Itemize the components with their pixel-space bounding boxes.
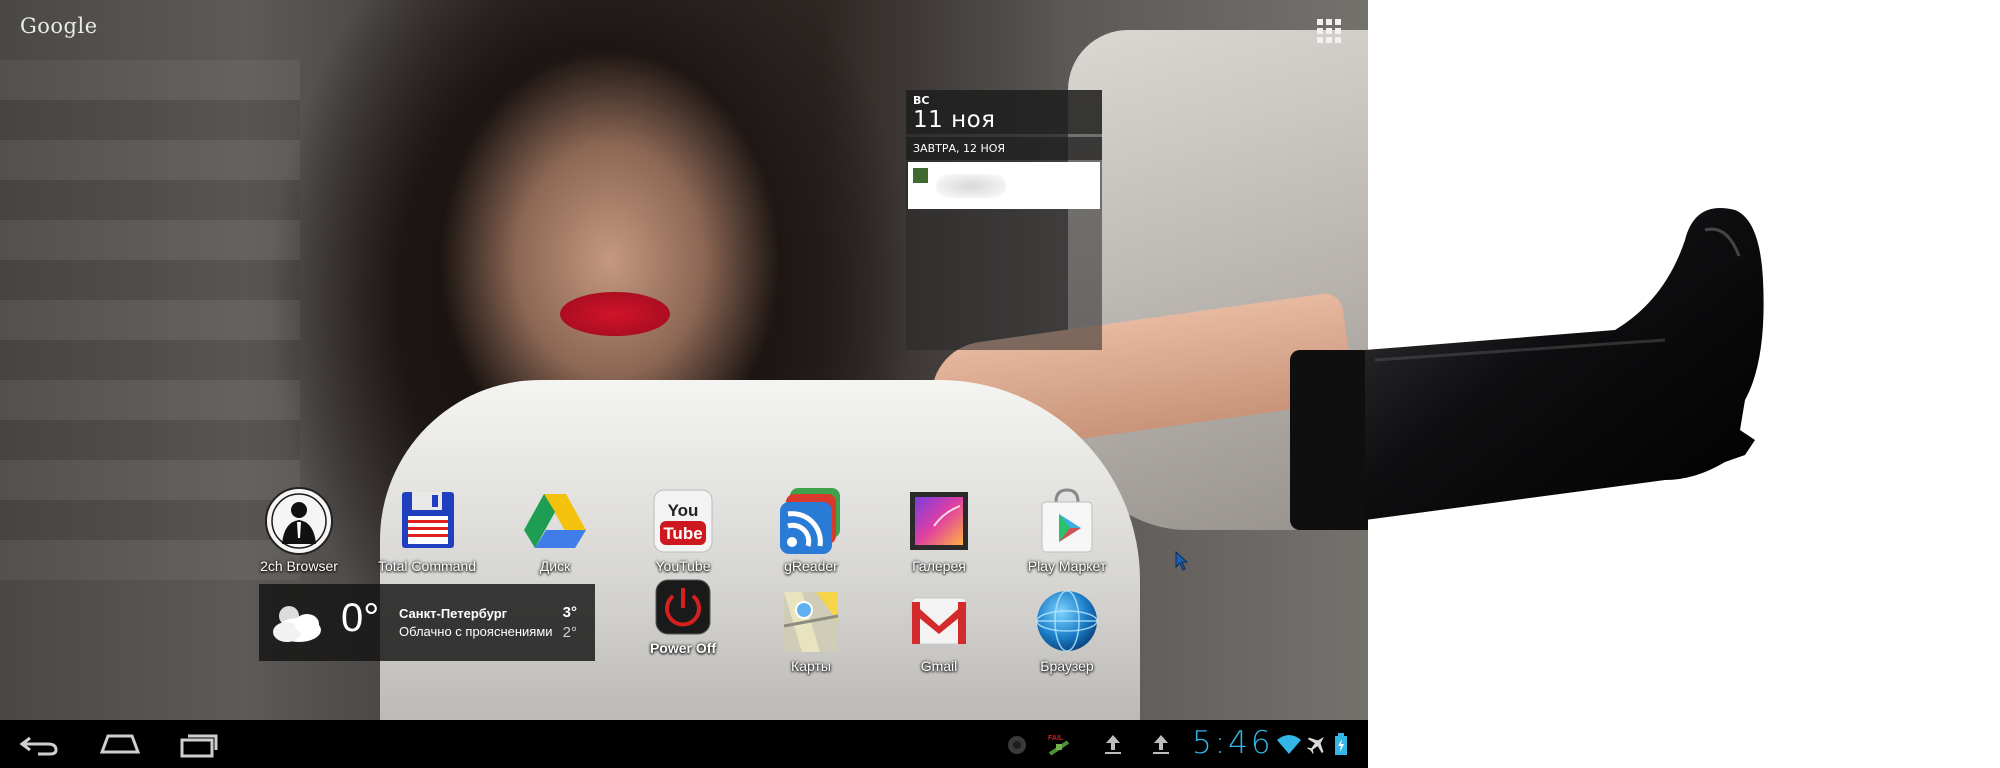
back-icon[interactable] xyxy=(18,730,62,758)
calendar-event-title-redacted xyxy=(936,174,1006,198)
satellite-fail-icon[interactable]: FAIL xyxy=(1046,732,1072,756)
battery-charging-icon[interactable] xyxy=(1332,732,1350,756)
youtube-icon: You Tube xyxy=(648,486,718,556)
weather-high: 3° xyxy=(562,604,577,621)
weather-low: 2° xyxy=(562,624,577,641)
recent-apps-icon[interactable] xyxy=(178,730,222,758)
floppy-disk-icon xyxy=(392,486,462,556)
calendar-date: 11 ноя xyxy=(913,107,996,133)
app-label: Диск xyxy=(539,558,571,574)
calendar-header: ВС 11 ноя xyxy=(906,90,1102,134)
anonymous-mask-icon xyxy=(264,486,334,556)
system-navigation-bar: FAIL 5:46 xyxy=(0,720,1368,768)
svg-text:Tube: Tube xyxy=(663,524,702,543)
calendar-event[interactable] xyxy=(908,162,1100,209)
app-label: Галерея xyxy=(912,558,966,574)
gmail-icon xyxy=(904,586,974,656)
app-greader[interactable]: gReader xyxy=(756,486,866,574)
calendar-day-of-week: ВС xyxy=(913,94,930,107)
wallpaper-lips xyxy=(560,292,670,336)
app-label: Play Маркет xyxy=(1027,558,1107,574)
weather-city: Санкт-Петербург xyxy=(399,606,508,621)
upload-icon[interactable] xyxy=(1100,732,1126,756)
google-drive-icon xyxy=(520,486,590,556)
app-maps[interactable]: Карты xyxy=(756,586,866,674)
svg-text:FAIL: FAIL xyxy=(1048,735,1064,742)
airplane-mode-icon[interactable] xyxy=(1304,732,1330,756)
weather-condition: Облачно с прояснениями xyxy=(399,624,553,639)
globe-browser-icon xyxy=(1032,586,1102,656)
home-screen: Google ВС 11 ноя ЗАВТРА, 12 НОЯ 2ch Brow… xyxy=(0,0,1368,768)
home-icon[interactable] xyxy=(98,730,142,758)
rss-feed-icon xyxy=(776,486,846,556)
mouse-cursor-icon xyxy=(1175,550,1189,571)
upload-icon[interactable] xyxy=(1148,732,1174,756)
wallpaper-boot-overflow xyxy=(1365,200,1785,530)
app-browser[interactable]: Браузер xyxy=(1012,586,1122,674)
app-label: Power Off xyxy=(649,640,717,656)
calendar-tomorrow-header: ЗАВТРА, 12 НОЯ xyxy=(906,137,1102,160)
app-label: gReader xyxy=(784,558,838,574)
app-gallery[interactable]: Галерея xyxy=(884,486,994,574)
svg-text:You: You xyxy=(668,501,699,520)
power-icon xyxy=(648,578,718,638)
gallery-icon xyxy=(904,486,974,556)
weather-widget[interactable]: 0° Санкт-Петербург Облачно с прояснениям… xyxy=(259,584,595,661)
status-clock[interactable]: 5:46 xyxy=(1192,725,1274,761)
app-total-commander[interactable]: Total Command xyxy=(372,486,482,574)
wallpaper-boot-shaft xyxy=(1290,350,1368,530)
all-apps-grid-icon[interactable] xyxy=(1312,14,1346,48)
app-2ch-browser[interactable]: 2ch Browser xyxy=(244,486,354,574)
maps-icon xyxy=(776,586,846,656)
app-youtube[interactable]: You Tube YouTube xyxy=(628,486,738,574)
calendar-widget[interactable]: ВС 11 ноя ЗАВТРА, 12 НОЯ xyxy=(906,90,1102,350)
google-search-logo[interactable]: Google xyxy=(20,14,98,38)
calendar-event-color-swatch xyxy=(913,168,928,183)
app-label: YouTube xyxy=(655,558,711,574)
app-gmail[interactable]: Gmail xyxy=(884,586,994,674)
app-power-off[interactable]: Power Off xyxy=(628,578,738,656)
wifi-icon[interactable] xyxy=(1276,732,1302,756)
app-play-market[interactable]: Play Маркет xyxy=(1012,486,1122,574)
record-dot-icon[interactable] xyxy=(1004,732,1030,756)
app-drive[interactable]: Диск xyxy=(500,486,610,574)
app-label: 2ch Browser xyxy=(260,558,338,574)
play-store-icon xyxy=(1032,486,1102,556)
app-label: Браузер xyxy=(1040,658,1094,674)
weather-temperature: 0° xyxy=(341,596,380,640)
app-label: Карты xyxy=(791,658,831,674)
partly-cloudy-icon xyxy=(269,598,325,646)
app-label: Gmail xyxy=(920,658,958,674)
app-label: Total Command xyxy=(377,558,477,574)
